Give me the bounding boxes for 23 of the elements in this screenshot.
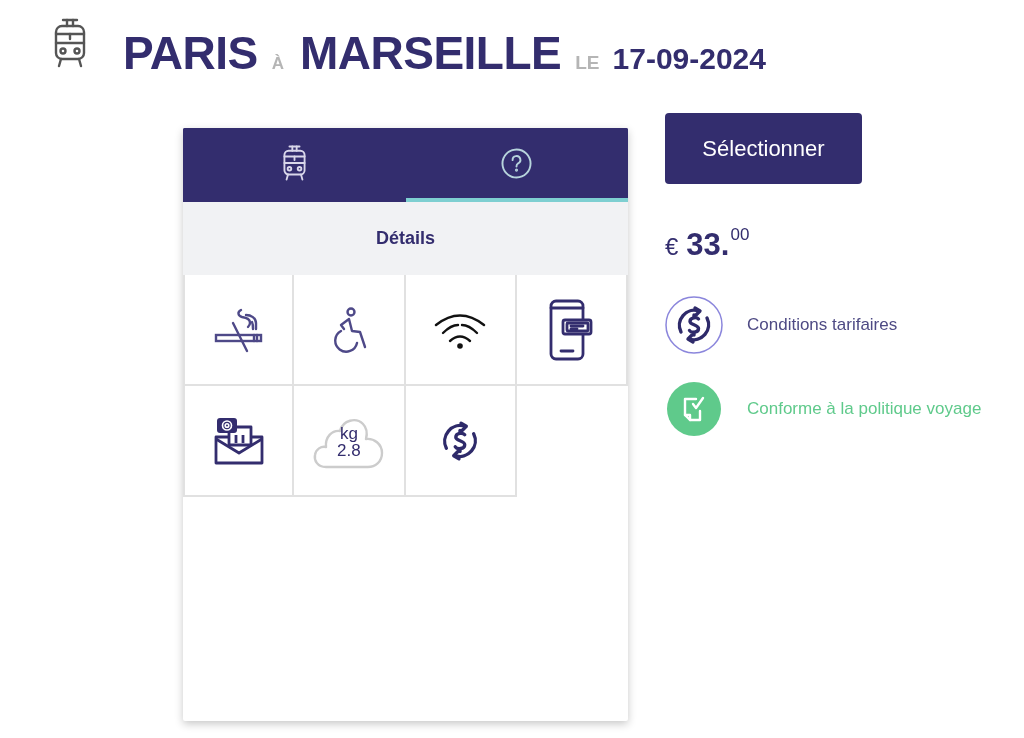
mobile-ticket-icon [549,298,594,361]
policy-compliance-text: Conforme à la politique voyage [747,399,982,419]
co2-unit: kg [339,424,358,442]
co2-value: 2.8 [337,441,361,459]
no-smoking-icon [213,306,264,353]
travel-date: 17-09-2024 [612,44,766,74]
dollar-refresh-icon [665,296,723,354]
train-icon [52,18,88,68]
document-check-icon [667,382,721,436]
select-button[interactable]: Sélectionner [665,113,862,184]
envelope-icon [213,416,264,465]
section-title: Détails [376,228,435,249]
help-tab[interactable] [405,128,628,202]
route-connector: À [271,55,284,72]
price-currency: € [665,235,679,259]
price-cents: 00 [730,226,750,243]
destination-city: MARSEILLE [299,30,562,76]
fare-conditions-link[interactable]: Conditions tarifaires [747,315,898,335]
origin-city: PARIS [123,30,258,76]
date-label: LE [575,53,600,72]
help-icon [501,147,533,179]
price-amount: 33. [686,229,730,260]
train-icon [281,145,307,181]
